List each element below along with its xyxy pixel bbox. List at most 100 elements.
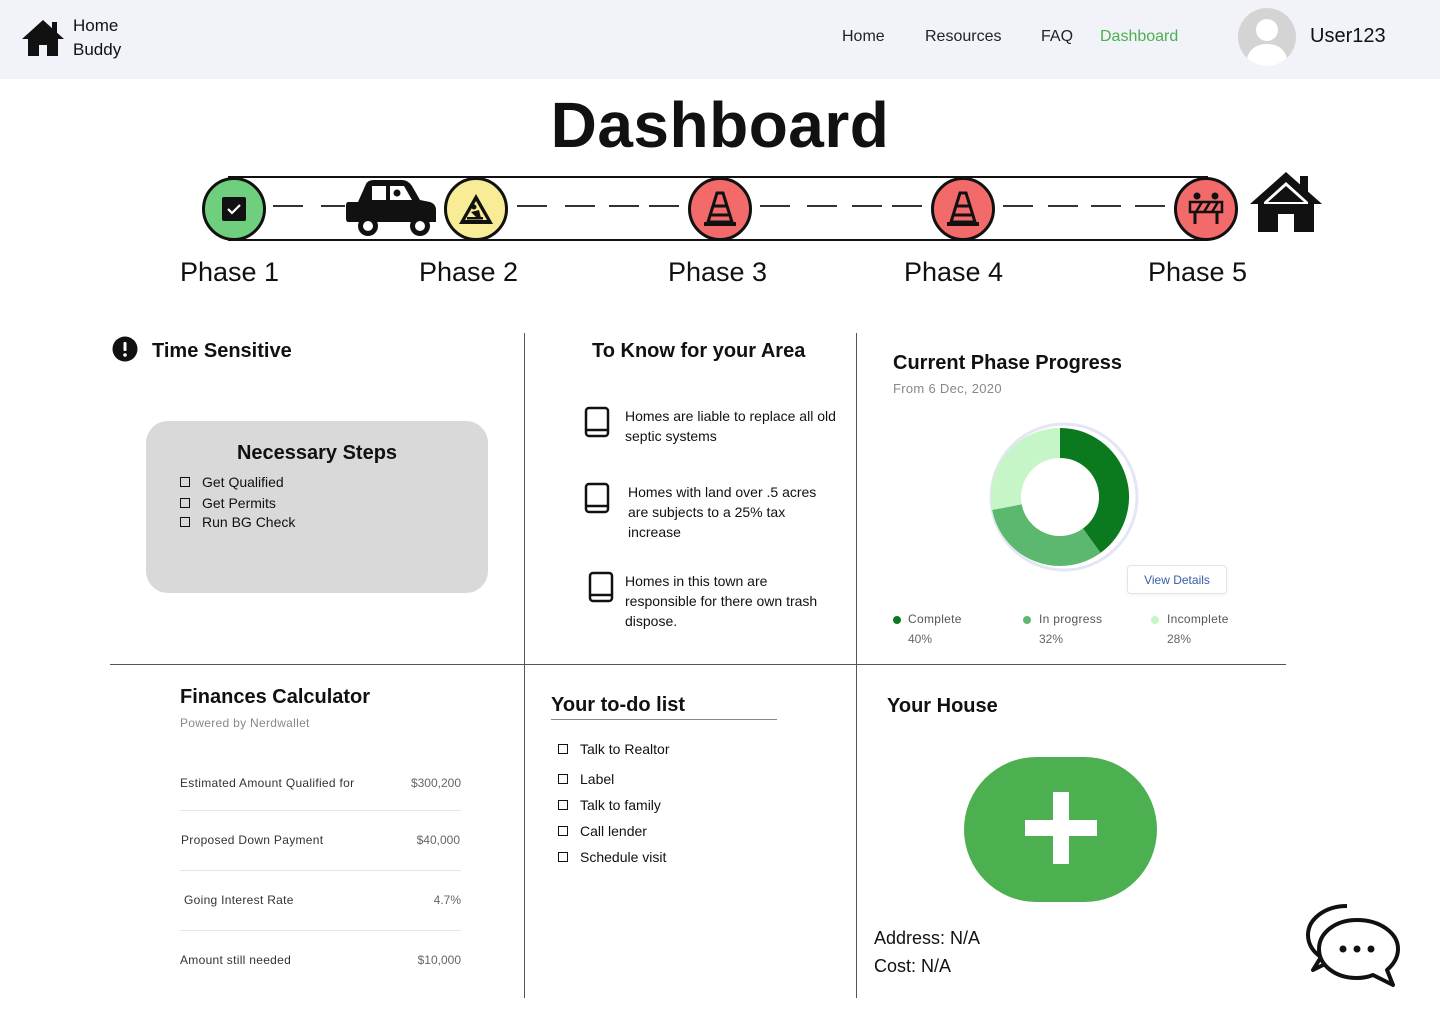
legend-percent: 28% — [1167, 632, 1192, 646]
finance-row-label: Going Interest Rate — [184, 893, 294, 907]
user-icon — [1246, 19, 1288, 66]
step-label: Get Permits — [202, 495, 276, 511]
top-header: Home Buddy Home Resources FAQ Dashboard … — [0, 0, 1440, 79]
todo-checkbox[interactable] — [558, 774, 568, 784]
track-dash — [1091, 205, 1121, 207]
todo-item[interactable]: Schedule visit — [580, 849, 666, 865]
nav-resources[interactable]: Resources — [925, 28, 1001, 46]
track-dash — [807, 205, 837, 207]
track-dash — [273, 205, 303, 207]
track-dash — [1003, 205, 1033, 207]
house-cost: Cost: N/A — [874, 956, 952, 976]
finance-row-label: Amount still needed — [180, 953, 292, 967]
legend-percent: 40% — [908, 632, 933, 646]
track-dash — [517, 205, 547, 207]
legend-label: In progress — [1039, 612, 1103, 626]
phase-5-marker[interactable] — [1174, 177, 1238, 241]
track-dash — [760, 205, 790, 207]
cone-icon — [704, 191, 736, 226]
necessary-steps-card: Necessary Steps Get Qualified Get Permit… — [146, 421, 488, 593]
alert-icon — [112, 336, 138, 362]
house-address: Address: N/A — [874, 928, 981, 948]
plus-icon — [1024, 792, 1097, 864]
step-checkbox[interactable] — [180, 477, 190, 487]
step-label: Run BG Check — [202, 514, 296, 530]
donut-slice-complete — [1059, 428, 1129, 553]
phase-4-marker[interactable] — [931, 177, 995, 241]
todo-item[interactable]: Talk to Realtor — [580, 741, 669, 757]
logo[interactable]: Home Buddy — [20, 14, 160, 64]
legend-label: Incomplete — [1167, 612, 1229, 626]
phase-label: Phase 1 — [180, 257, 280, 287]
todo-item[interactable]: Label — [580, 771, 614, 787]
finances-title: Finances Calculator — [180, 686, 371, 708]
legend-dot-complete — [893, 616, 901, 624]
todo-checkbox[interactable] — [558, 826, 568, 836]
nav-faq[interactable]: FAQ — [1041, 28, 1073, 46]
track-dash — [1048, 205, 1078, 207]
area-fact: Homes are liable to replace all old sept… — [625, 408, 836, 444]
todo-title: Your to-do list — [551, 694, 686, 716]
view-details-button[interactable]: View Details — [1127, 565, 1227, 594]
phase-label: Phase 2 — [419, 257, 519, 287]
todo-checkbox[interactable] — [558, 852, 568, 862]
legend-percent: 32% — [1039, 632, 1064, 646]
phase-label: Phase 3 — [668, 257, 768, 287]
phase-label: Phase 4 — [904, 257, 1004, 287]
finances-powered-by[interactable]: Powered by Nerdwallet — [180, 716, 310, 730]
column-divider — [524, 333, 525, 998]
track-dash — [1135, 205, 1165, 207]
page-title: Dashboard — [550, 89, 890, 161]
todo-item[interactable]: Talk to family — [580, 797, 661, 813]
track-dash — [609, 205, 639, 207]
book-icon — [584, 482, 610, 514]
nav-dashboard[interactable]: Dashboard — [1100, 28, 1178, 46]
phase-3-marker[interactable] — [688, 177, 752, 241]
step-checkbox[interactable] — [180, 517, 190, 527]
track-dash — [892, 205, 922, 207]
nav-home[interactable]: Home — [842, 28, 885, 46]
chat-icon[interactable] — [1303, 902, 1403, 990]
legend-label: Complete — [908, 612, 962, 626]
phase-2-marker[interactable] — [444, 177, 508, 241]
progress-donut-chart — [989, 422, 1139, 572]
time-sensitive-title: Time Sensitive — [152, 340, 292, 362]
book-icon — [588, 571, 614, 603]
donut-slice-incomplete — [991, 428, 1061, 510]
todo-title-underline — [551, 719, 777, 720]
phase-label: Phase 5 — [1148, 257, 1248, 287]
necessary-steps-title: Necessary Steps — [236, 442, 398, 464]
column-divider — [856, 333, 857, 998]
track-dash — [321, 205, 345, 207]
todo-item[interactable]: Call lender — [580, 823, 647, 839]
finance-row-value: $300,200 — [410, 776, 461, 790]
finance-row-divider — [180, 930, 461, 931]
book-icon — [584, 406, 610, 438]
car-icon — [346, 180, 436, 236]
finance-row-divider — [180, 810, 461, 811]
track-dash — [565, 205, 595, 207]
todo-checkbox[interactable] — [558, 744, 568, 754]
check-icon — [222, 197, 246, 221]
track-dash — [649, 205, 679, 207]
step-checkbox[interactable] — [180, 498, 190, 508]
track-dash — [852, 205, 882, 207]
brand-name: Home Buddy — [73, 16, 122, 59]
avatar[interactable] — [1238, 8, 1296, 66]
finance-row-value: $10,000 — [417, 953, 461, 967]
barrier-icon — [1188, 192, 1224, 224]
house-logo-icon — [22, 20, 64, 56]
finance-row-label: Proposed Down Payment — [181, 833, 324, 847]
donut-slice-in-progress — [992, 503, 1101, 566]
step-label: Get Qualified — [202, 474, 284, 490]
finance-row-value: $40,000 — [416, 833, 460, 847]
add-house-button[interactable] — [964, 757, 1157, 902]
progress-subtitle: From 6 Dec, 2020 — [893, 381, 1002, 396]
phase-1-marker[interactable] — [202, 177, 266, 241]
house-title: Your House — [887, 695, 998, 717]
todo-checkbox[interactable] — [558, 800, 568, 810]
worker-icon — [459, 194, 493, 224]
cone-icon — [947, 191, 979, 226]
area-title: To Know for your Area — [592, 340, 806, 362]
username[interactable]: User123 — [1310, 25, 1386, 48]
